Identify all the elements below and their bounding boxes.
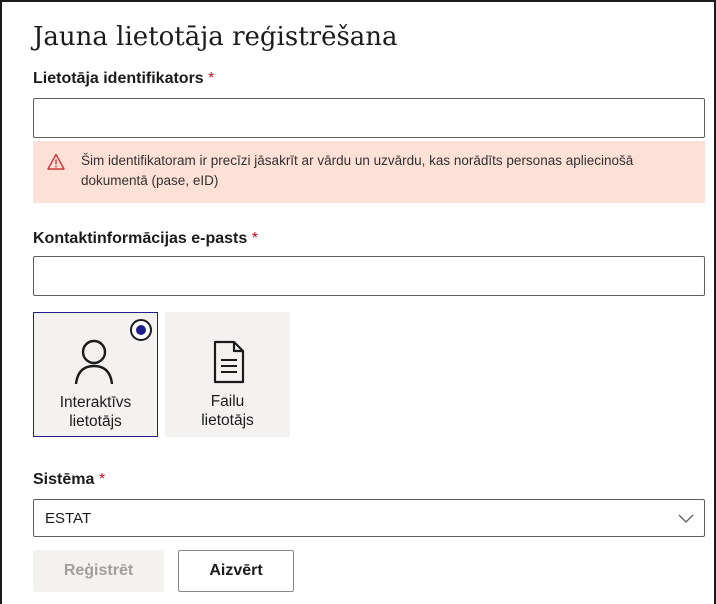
document-icon bbox=[213, 340, 245, 384]
required-mark: * bbox=[251, 230, 258, 247]
tile-label-line: Failu bbox=[210, 393, 245, 410]
user-type-interactive-tile[interactable]: Interaktīvs lietotājs bbox=[33, 312, 158, 437]
system-select[interactable]: ESTAT bbox=[33, 499, 705, 537]
email-label-text: Kontaktinformācijas e-pasts bbox=[33, 230, 248, 247]
user-id-input[interactable] bbox=[33, 98, 705, 138]
email-input[interactable] bbox=[33, 256, 705, 296]
system-label-text: Sistēma bbox=[33, 471, 95, 488]
user-id-label-text: Lietotāja identifikators bbox=[33, 70, 204, 87]
user-id-warning: Šim identifikatoram ir precīzi jāsakrīt … bbox=[33, 141, 705, 203]
selected-radio-icon bbox=[130, 319, 152, 341]
required-mark: * bbox=[98, 471, 106, 488]
warning-triangle-icon bbox=[47, 153, 65, 170]
person-icon bbox=[74, 339, 114, 385]
close-button[interactable]: Aizvērt bbox=[178, 550, 294, 592]
tile-label-line: lietotājs bbox=[201, 412, 254, 429]
chevron-down-icon bbox=[678, 514, 694, 523]
system-select-value: ESTAT bbox=[45, 510, 92, 527]
dialog-title: Jauna lietotāja reģistrēšana bbox=[33, 22, 398, 52]
user-id-label: Lietotāja identifikators * bbox=[33, 70, 214, 88]
warning-text: Šim identifikatoram ir precīzi jāsakrīt … bbox=[81, 153, 634, 188]
user-type-file-tile[interactable]: Failu lietotājs bbox=[165, 312, 290, 437]
email-label: Kontaktinformācijas e-pasts * bbox=[33, 230, 258, 248]
system-label: Sistēma * bbox=[33, 471, 105, 489]
tile-label-interactive: Interaktīvs lietotājs bbox=[34, 393, 157, 431]
tile-label-file: Failu lietotājs bbox=[165, 392, 290, 430]
register-button[interactable]: Reģistrēt bbox=[33, 550, 164, 592]
required-mark: * bbox=[208, 70, 215, 87]
tile-label-line: lietotājs bbox=[69, 413, 122, 430]
tile-label-line: Interaktīvs bbox=[59, 394, 132, 411]
